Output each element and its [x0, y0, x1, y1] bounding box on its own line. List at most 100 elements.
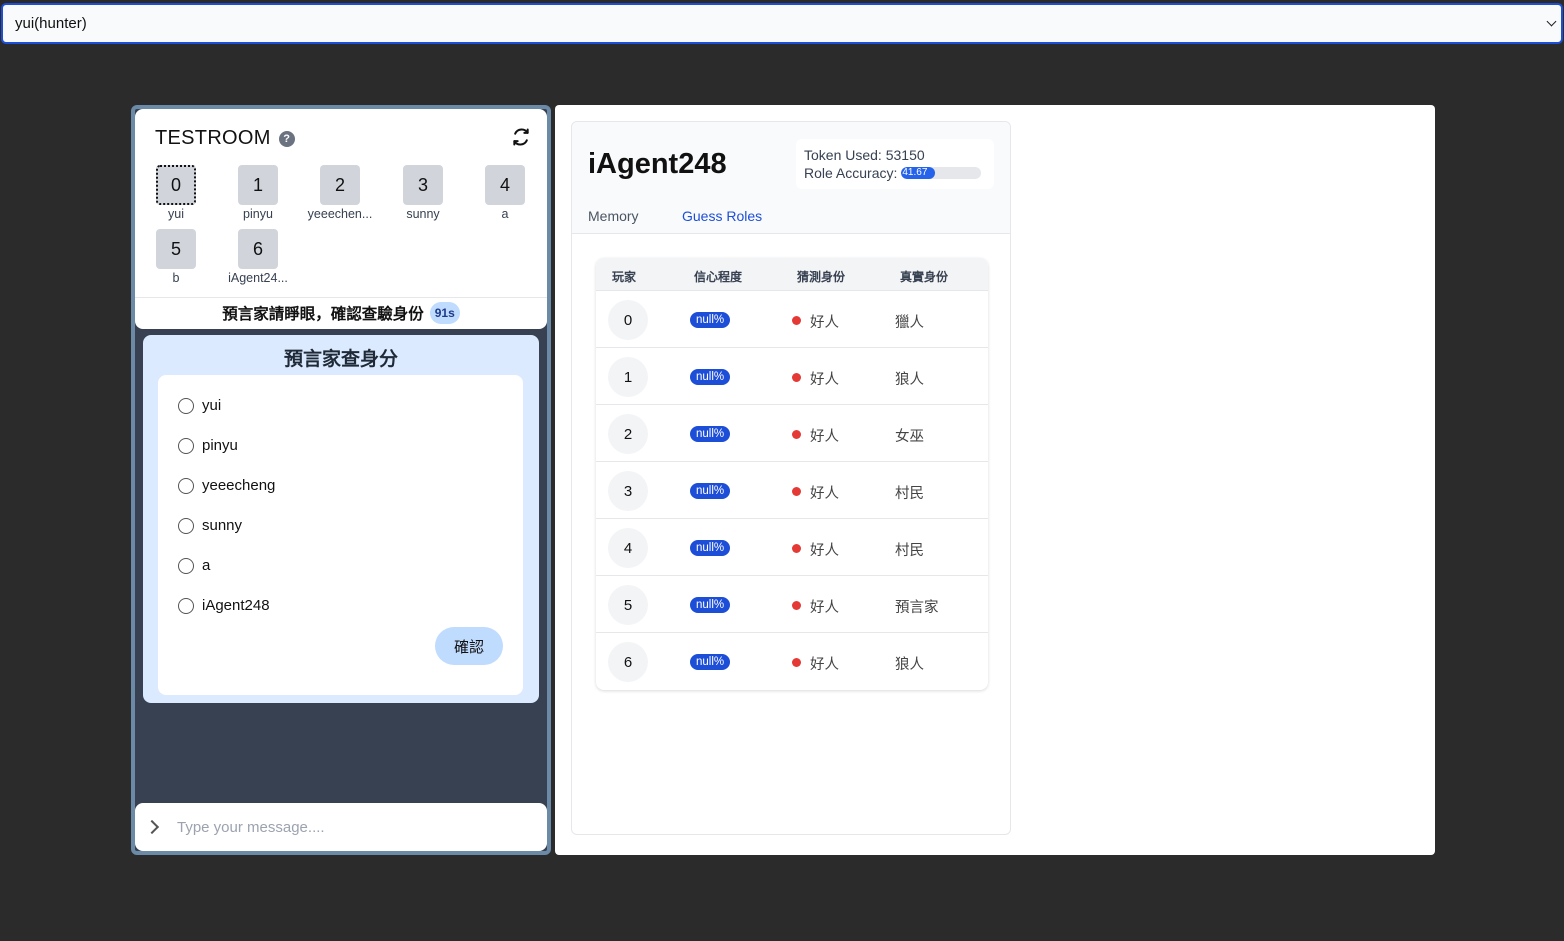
seer-check-title: 預言家查身分 [283, 349, 398, 370]
table-row: 2 null% 好人 女巫 [596, 404, 988, 461]
game-panel: TESTROOM ? 0 yui 1 pinyu 2 yeeechen... 3… [131, 105, 551, 855]
confidence-badge: null% [690, 426, 731, 442]
table-row: 4 null% 好人 村民 [596, 518, 988, 575]
player-seat[interactable]: 5 b [141, 229, 211, 285]
guess-role: 好人 [810, 372, 839, 388]
table-row: 0 null% 好人 獵人 [596, 290, 988, 347]
seer-option[interactable]: iAgent248 [178, 597, 270, 614]
true-role: 村民 [895, 486, 924, 502]
player-name: iAgent24... [228, 271, 288, 285]
confidence-badge: null% [690, 483, 731, 499]
guess-role: 好人 [810, 429, 839, 445]
true-role: 預言家 [895, 600, 939, 616]
status-dot [792, 487, 801, 496]
radio-button[interactable] [178, 557, 194, 574]
seer-options: yui pinyu yeeecheng sunny a iAgent248 確認 [158, 375, 523, 695]
player-badge: 0 [608, 300, 648, 340]
room-title-text: TESTROOM [155, 127, 271, 149]
confirm-button[interactable]: 確認 [435, 627, 503, 665]
agent-header: iAgent248 Token Used: 53150 Role Accurac… [572, 122, 1010, 234]
status-dot [792, 544, 801, 553]
status-dot [792, 658, 801, 667]
player-number: 2 [320, 165, 360, 205]
table-row: 6 null% 好人 狼人 [596, 632, 988, 689]
guess-role: 好人 [810, 543, 839, 559]
agent-stats: Token Used: 53150 Role Accuracy: 41.67 [796, 139, 994, 189]
seer-check-card: 預言家查身分 yui pinyu yeeecheng sunny a iAgen… [143, 335, 539, 703]
column-header-player: 玩家 [612, 270, 637, 284]
player-number: 1 [238, 165, 278, 205]
guess-role: 好人 [810, 486, 839, 502]
radio-button[interactable] [178, 437, 194, 454]
seer-option[interactable]: yui [178, 397, 221, 414]
status-dot [792, 430, 801, 439]
player-seat[interactable]: 1 pinyu [223, 165, 293, 221]
tab-memory[interactable]: Memory [588, 208, 639, 224]
player-name: yeeechen... [307, 207, 373, 221]
accuracy-bar-fill: 41.67 [901, 167, 935, 179]
status-dot [792, 601, 801, 610]
player-seat[interactable]: 2 yeeechen... [305, 165, 375, 221]
refresh-icon[interactable] [511, 127, 531, 147]
guess-role: 好人 [810, 657, 839, 673]
table-row: 1 null% 好人 狼人 [596, 347, 988, 404]
seer-option[interactable]: yeeecheng [178, 477, 275, 494]
true-role: 女巫 [895, 429, 924, 445]
true-role: 獵人 [895, 315, 924, 331]
seer-option-label: sunny [202, 517, 243, 534]
seer-option-label: a [202, 557, 211, 574]
player-name: pinyu [243, 207, 273, 221]
player-seat[interactable]: 0 yui [141, 165, 211, 221]
confidence-badge: null% [690, 597, 731, 613]
confidence-badge: null% [690, 654, 731, 670]
confidence-badge: null% [690, 540, 731, 556]
message-bar [135, 803, 547, 851]
chevron-right-icon[interactable] [144, 819, 160, 835]
column-header-truth: 真實身份 [900, 270, 949, 284]
player-seat[interactable]: 6 iAgent24... [223, 229, 293, 285]
agent-panel: iAgent248 Token Used: 53150 Role Accurac… [555, 105, 1435, 855]
player-name: yui [168, 207, 184, 221]
status-dot [792, 316, 801, 325]
player-role-select-value: yui(hunter) [15, 15, 87, 32]
seer-option[interactable]: pinyu [178, 437, 238, 454]
table-header: 玩家 信心程度 猜測身份 真實身份 [596, 258, 988, 290]
seer-option-label: iAgent248 [202, 597, 270, 614]
agent-card: iAgent248 Token Used: 53150 Role Accurac… [571, 121, 1011, 835]
player-badge: 2 [608, 414, 648, 454]
agent-name: iAgent248 [588, 148, 727, 180]
guess-roles-table: 玩家 信心程度 猜測身份 真實身份 0 null% 好人 獵人 1 null% … [596, 258, 988, 690]
radio-button[interactable] [178, 397, 194, 414]
player-seat[interactable]: 3 sunny [388, 165, 458, 221]
player-role-select[interactable]: yui(hunter) [1, 3, 1563, 44]
confidence-badge: null% [690, 369, 731, 385]
radio-button[interactable] [178, 597, 194, 614]
seer-option-label: pinyu [202, 437, 238, 454]
chevron-down-icon [1546, 16, 1557, 27]
player-number: 6 [238, 229, 278, 269]
role-accuracy-label: Role Accuracy: [804, 165, 898, 181]
countdown-timer: 91s [429, 301, 460, 324]
seer-option[interactable]: a [178, 557, 210, 574]
guess-role: 好人 [810, 600, 839, 616]
seer-option[interactable]: sunny [178, 517, 242, 534]
help-icon[interactable]: ? [278, 130, 295, 147]
message-input[interactable] [177, 818, 517, 836]
player-name: b [172, 271, 180, 285]
true-role: 狼人 [895, 657, 924, 673]
player-number: 3 [403, 165, 443, 205]
seer-option-label: yeeecheng [202, 477, 276, 494]
player-number: 5 [156, 229, 196, 269]
role-accuracy: Role Accuracy: 41.67 [804, 164, 986, 182]
confidence-badge: null% [690, 312, 731, 328]
player-badge: 6 [608, 642, 648, 682]
player-badge: 4 [608, 528, 648, 568]
radio-button[interactable] [178, 517, 194, 534]
true-role: 村民 [895, 543, 924, 559]
tab-guess-roles[interactable]: Guess Roles [682, 208, 762, 224]
player-name: a [501, 207, 509, 221]
radio-button[interactable] [178, 477, 194, 494]
player-seats: 0 yui 1 pinyu 2 yeeechen... 3 sunny 4 a … [155, 165, 535, 295]
player-number: 0 [156, 165, 196, 205]
player-seat[interactable]: 4 a [470, 165, 540, 221]
